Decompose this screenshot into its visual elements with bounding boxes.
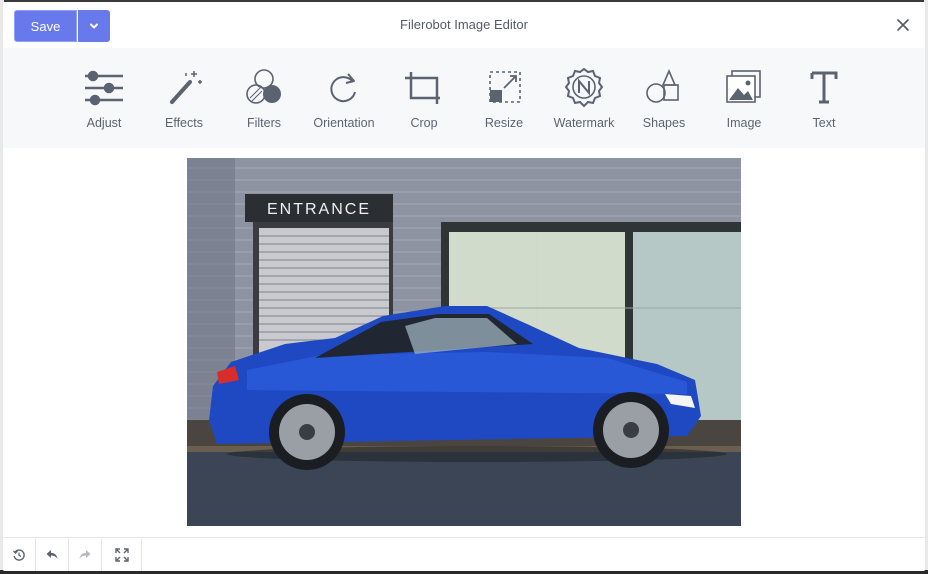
shapes-icon: [646, 68, 679, 103]
tool-filters[interactable]: Filters: [224, 68, 304, 138]
watermark-icon: [564, 68, 604, 108]
tool-label: Image: [726, 116, 762, 130]
crop-icon: [405, 72, 440, 104]
tool-label: Effects: [165, 116, 203, 130]
redo-button[interactable]: [69, 538, 102, 571]
tool-watermark[interactable]: Watermark: [544, 68, 624, 138]
tool-orientation[interactable]: Orientation: [304, 68, 384, 138]
tool-shapes[interactable]: Shapes: [624, 68, 704, 138]
tool-text[interactable]: Text: [784, 68, 864, 138]
reset-icon: [13, 549, 25, 561]
resize-icon: [489, 71, 521, 103]
editor-title: Filerobot Image Editor: [400, 17, 528, 32]
tool-resize[interactable]: Resize: [464, 68, 544, 138]
undo-icon: [46, 550, 58, 559]
tool-crop[interactable]: Crop: [384, 68, 464, 138]
sliders-icon: [85, 70, 123, 106]
tool-label: Shapes: [642, 116, 686, 130]
entrance-sign-text: ENTRANCE: [267, 201, 371, 218]
tool-label: Filters: [246, 116, 282, 130]
tool-label: Adjust: [86, 116, 122, 130]
filters-circles-icon: [246, 69, 281, 104]
fullscreen-button[interactable]: [102, 538, 142, 571]
editor-canvas: ENTRANCE: [3, 148, 925, 537]
editor-bottombar: [3, 537, 925, 571]
editor-topbar: Save Filerobot Image Editor: [3, 2, 925, 48]
tool-label: Orientation: [313, 116, 375, 130]
text-icon: [810, 71, 838, 104]
tool-adjust[interactable]: Adjust: [64, 68, 144, 138]
rotate-icon: [330, 73, 356, 103]
tool-label: Crop: [410, 116, 438, 130]
tool-effects[interactable]: Effects: [144, 68, 224, 138]
fullscreen-icon: [114, 548, 129, 562]
image-editor-modal: Save Filerobot Image Editor Adjust Effec…: [3, 2, 925, 571]
tool-label: Text: [812, 116, 836, 130]
magic-wand-icon: [170, 71, 202, 104]
tool-image[interactable]: Image: [704, 68, 784, 138]
redo-icon: [79, 550, 91, 559]
undo-button[interactable]: [36, 538, 69, 571]
tool-label: Resize: [484, 116, 524, 130]
tools-toolbar: Adjust Effects Filters Orientation Crop …: [3, 48, 925, 148]
image-icon: [726, 70, 761, 103]
edited-photo[interactable]: ENTRANCE: [187, 158, 741, 526]
reset-button[interactable]: [3, 538, 36, 571]
tool-label: Watermark: [553, 116, 615, 130]
close-icon[interactable]: [895, 17, 911, 33]
